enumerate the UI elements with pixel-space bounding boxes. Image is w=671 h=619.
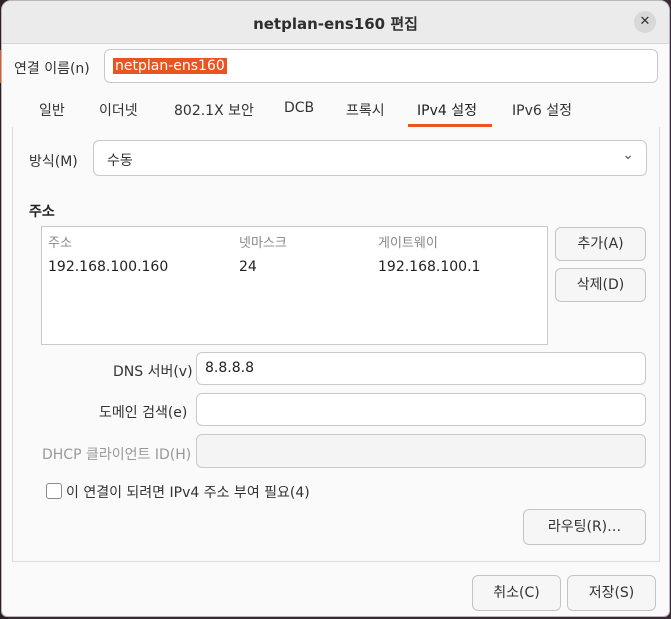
ipv4-settings-panel: 방식(M) 수동 ⌄ 주소 주소 넷마스크 게이트웨이 192.168.100.… <box>12 127 660 562</box>
method-value: 수동 <box>107 153 133 169</box>
delete-address-button[interactable]: 삭제(D) <box>555 268 646 302</box>
connection-name-value: netplan-ens160 <box>113 58 227 74</box>
cancel-button[interactable]: 취소(C) <box>472 575 561 611</box>
column-header-netmask: 넷마스크 <box>239 236 287 251</box>
method-label: 방식(M) <box>29 154 78 170</box>
netmask-cell[interactable]: 24 <box>239 259 257 275</box>
connection-name-label: 연결 이름(n) <box>14 61 90 77</box>
chevron-down-icon: ⌄ <box>622 147 634 163</box>
edit-connection-dialog: netplan-ens160 편집 ✕ 연결 이름(n) netplan-ens… <box>1 0 670 617</box>
search-domains-input[interactable] <box>196 393 646 426</box>
tab-8021x-security[interactable]: 802.1X 보안 <box>174 100 254 120</box>
search-domains-label: 도메인 검색(e) <box>99 405 188 421</box>
dialog-title: netplan-ens160 편집 <box>253 15 418 33</box>
addresses-table[interactable]: 주소 넷마스크 게이트웨이 192.168.100.160 24 192.168… <box>41 226 548 345</box>
close-icon[interactable]: ✕ <box>634 11 656 33</box>
dns-label: DNS 서버(v) <box>113 364 193 380</box>
column-header-gateway: 게이트웨이 <box>378 236 438 251</box>
tab-ipv4-settings[interactable]: IPv4 설정 <box>417 100 477 120</box>
gateway-cell[interactable]: 192.168.100.1 <box>378 259 480 275</box>
save-button[interactable]: 저장(S) <box>567 575 656 611</box>
dhcp-client-id-label: DHCP 클라이언트 ID(H) <box>42 447 192 463</box>
routes-button[interactable]: 라우팅(R)… <box>523 509 646 545</box>
titlebar: netplan-ens160 편집 ✕ <box>2 1 669 44</box>
tab-dcb[interactable]: DCB <box>284 100 314 116</box>
tab-ipv6-settings[interactable]: IPv6 설정 <box>512 100 572 120</box>
require-ipv4-checkbox[interactable] <box>46 483 62 499</box>
tab-proxy[interactable]: 프록시 <box>346 100 385 120</box>
dns-input[interactable]: 8.8.8.8 <box>196 352 646 385</box>
require-ipv4-label[interactable]: 이 연결이 되려면 IPv4 주소 부여 필요(4) <box>66 482 310 502</box>
method-dropdown[interactable]: 수동 ⌄ <box>93 140 647 176</box>
dhcp-client-id-input[interactable] <box>196 434 646 468</box>
tab-bar: 일반 이더넷 802.1X 보안 DCB 프록시 IPv4 설정 IPv6 설정 <box>12 91 658 128</box>
tab-ethernet[interactable]: 이더넷 <box>99 100 138 120</box>
tab-general[interactable]: 일반 <box>39 100 65 120</box>
column-header-address: 주소 <box>48 236 72 251</box>
address-cell[interactable]: 192.168.100.160 <box>48 259 168 275</box>
addresses-section-title: 주소 <box>29 204 55 220</box>
connection-name-input[interactable]: netplan-ens160 <box>104 49 658 83</box>
add-address-button[interactable]: 추가(A) <box>555 227 646 261</box>
